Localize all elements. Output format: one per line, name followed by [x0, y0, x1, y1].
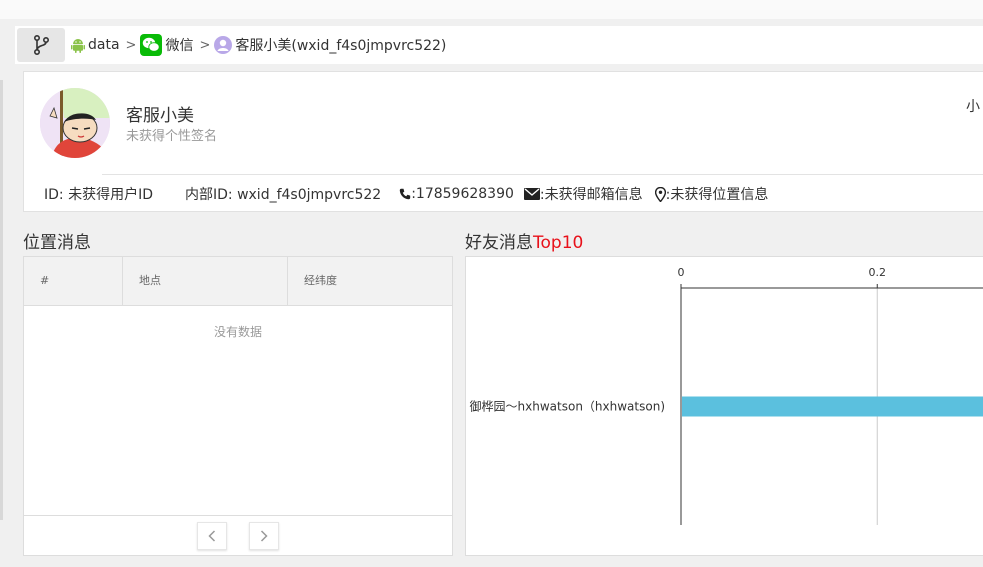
- breadcrumb-item-user[interactable]: 客服小美(wxid_f4s0jmpvrc522): [214, 35, 446, 55]
- x-tick-label: 0.2: [869, 266, 887, 279]
- wechat-icon: [140, 34, 163, 56]
- email-field: :未获得邮箱信息: [523, 184, 643, 204]
- next-page-button[interactable]: [249, 522, 279, 550]
- y-category-label: 御桦园～hxhwatson（hxhwatson): [470, 399, 665, 414]
- phone-field: :17859628390: [399, 186, 514, 202]
- chevron-left-icon: [208, 530, 216, 542]
- table-pagination: [24, 515, 452, 556]
- profile-divider: [102, 174, 983, 175]
- breadcrumb: data > 微信 > 客服小美(wxid_f4s0jmpvrc522): [15, 26, 983, 64]
- user-avatar-icon: [214, 36, 233, 54]
- prev-page-button[interactable]: [197, 522, 227, 550]
- friends-title-text: 好友消息: [465, 233, 533, 253]
- left-scroll-edge: [0, 80, 3, 520]
- column-header-index[interactable]: #: [24, 257, 122, 305]
- phone-icon: [399, 188, 411, 200]
- breadcrumb-label-data: data: [88, 37, 120, 53]
- chevron-right-icon: >: [125, 37, 137, 53]
- location-value: :未获得位置信息: [665, 187, 769, 203]
- email-value: :未获得邮箱信息: [539, 187, 643, 203]
- profile-card: 客服小美 未获得个性签名 小 ID: 未获得用户ID 内部ID: wxid_f4…: [23, 71, 983, 212]
- breadcrumb-label-wechat: 微信: [165, 38, 194, 54]
- phone-number: :17859628390: [411, 186, 514, 202]
- top-strip: [0, 0, 983, 19]
- profile-name: 客服小美: [126, 106, 194, 126]
- friends-top10-chart: 0 0.2 御桦园～hxhwatson（hxhwatson): [465, 256, 983, 556]
- location-field: :未获得位置信息: [654, 184, 769, 204]
- profile-right-text: 小: [966, 99, 980, 115]
- breadcrumb-item-data[interactable]: data: [71, 37, 120, 53]
- profile-signature: 未获得个性签名: [126, 129, 218, 144]
- avatar: [40, 88, 110, 158]
- column-header-coords[interactable]: 经纬度: [287, 257, 452, 305]
- user-id: ID: 未获得用户ID: [44, 187, 153, 203]
- envelope-icon: [523, 188, 540, 200]
- location-title-text: 位置消息: [23, 233, 91, 253]
- column-header-place[interactable]: 地点: [122, 257, 287, 305]
- friends-title-highlight: Top10: [533, 233, 584, 253]
- chart-svg: 0 0.2 御桦园～hxhwatson（hxhwatson): [470, 266, 983, 525]
- internal-id: 内部ID: wxid_f4s0jmpvrc522: [185, 187, 382, 203]
- table-header: # 地点 经纬度: [24, 257, 452, 306]
- empty-state-text: 没有数据: [213, 325, 262, 339]
- friends-section-title: 好友消息Top10: [465, 228, 583, 253]
- breadcrumb-item-wechat[interactable]: 微信: [140, 34, 193, 56]
- bar: [682, 396, 983, 417]
- location-section-title: 位置消息: [23, 228, 91, 253]
- branch-button[interactable]: [17, 28, 65, 62]
- profile-info-row: ID: 未获得用户ID 内部ID: wxid_f4s0jmpvrc522 :17…: [44, 184, 768, 204]
- chevron-right-icon: >: [199, 37, 211, 53]
- android-icon: [71, 38, 85, 53]
- location-pin-icon: [654, 186, 666, 202]
- location-table: # 地点 经纬度 没有数据: [23, 256, 453, 556]
- branch-icon: [33, 34, 50, 56]
- chevron-right-icon: [260, 530, 268, 542]
- x-tick-label: 0: [678, 266, 685, 279]
- breadcrumb-label-user: 客服小美(wxid_f4s0jmpvrc522): [235, 38, 447, 54]
